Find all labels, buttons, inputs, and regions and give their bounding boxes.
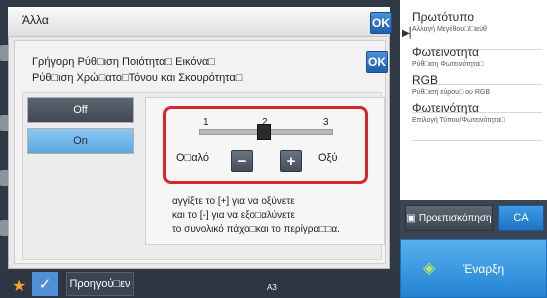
tick-label-1: 1 [203,117,209,128]
off-button[interactable]: Off [27,97,134,123]
check-icon: ✓ [38,276,52,293]
smooth-label: Ο□αλό [176,152,210,164]
side-item-title: Φωτεινότητα [412,101,479,115]
preview-icon: ▣ [406,212,416,224]
side-item-sub: Επιλογή Τύπου/Φωτεινότητα□ [412,117,505,124]
quick-quality-label: Γρήγορη Ρύθ□ιση Ποιότητα□ Εικόνα□ [32,56,215,68]
sharpness-slider-knob[interactable] [257,124,271,140]
check-button[interactable]: ✓ [32,272,58,296]
color-tone-label: Ρύθ□ιση Χρώ□ατο□Τόνου και Σκουρότητα□ [32,72,243,84]
start-label: Έναρξη [463,262,505,276]
start-button[interactable]: ◈ Έναρξη [400,239,547,298]
dialog-title: Άλλα [22,13,49,27]
side-item-sub: Ρύθ□ιση εύρου□ ου RGB [412,89,490,96]
minus-button[interactable]: − [231,150,253,172]
ok-button-secondary[interactable]: OK [366,51,388,73]
bottom-bar [0,270,400,298]
start-icon: ◈ [423,260,436,277]
side-item-sub: Ρύθ□ιση Φωτεινότητα□ [412,61,484,68]
side-item-original[interactable]: Πρωτότυπο Αλλαγή Μεγέθου□/□ιεύθ [412,10,542,50]
plus-button[interactable]: + [280,150,302,172]
preview-label: Προεπισκόπηση [418,212,492,224]
on-button[interactable]: On [27,128,134,154]
paper-size-label: A3 [267,283,277,292]
help-text-3: το συνολικό πάχο□και το περίγρα□□α. [172,224,340,235]
side-item-title: Πρωτότυπο [412,10,475,24]
preview-button[interactable]: ▣ Προεπισκόπηση [405,205,493,231]
back-button[interactable]: Προηγού□εν [66,272,134,296]
dialog-header [8,7,390,37]
side-item-sub: Αλλαγή Μεγέθου□/□ιεύθ [412,26,487,33]
sharp-label: Οξύ [318,152,338,164]
help-text-1: αγγίξτε το [+] για να οξύνετε [172,196,295,207]
side-item-lightness[interactable]: Φωτεινότητα Επιλογή Τύπου/Φωτεινότητα□ [412,101,542,141]
ca-button[interactable]: CA [498,205,544,231]
side-item-title: RGB [412,73,439,87]
ok-button[interactable]: OK [370,12,392,34]
help-text-2: και το [-] για να εξο□αλύνετε [172,210,295,221]
star-icon[interactable]: ★ [12,276,26,296]
tick-label-3: 3 [323,117,329,128]
side-item-title: Φωτεινοτητα [412,45,479,59]
